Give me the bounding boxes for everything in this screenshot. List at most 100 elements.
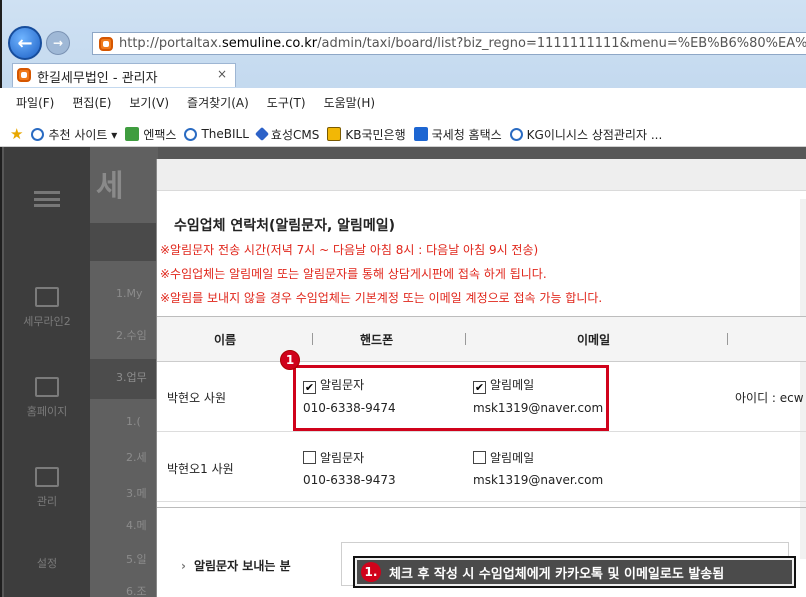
- bg-menu-link[interactable]: 2.세: [126, 449, 147, 465]
- column-divider: [727, 333, 728, 345]
- sidebar-label: 홈페이지: [26, 405, 68, 418]
- fav-recommended-sites[interactable]: 추천 사이트 ▾: [31, 122, 117, 146]
- notice-no-alert: ※알림를 보내지 않을 경우 수임업체는 기본계정 또는 이메일 계정으로 접속…: [160, 291, 603, 305]
- logo: 세: [96, 169, 124, 204]
- tab-title: 한길세무법인 - 관리자: [37, 71, 158, 86]
- hyosung-icon: [254, 126, 269, 142]
- fav-kb-bank[interactable]: KB국민은행: [327, 122, 406, 146]
- fav-label: 추천 사이트 ▾: [48, 127, 118, 142]
- sms-checkbox[interactable]: 알림문자: [303, 451, 364, 465]
- admin-sidebar: 세무라인2 홈페이지 관리 설정: [4, 147, 90, 597]
- menu-tools[interactable]: 도구(T): [267, 94, 306, 114]
- sidebar-label: 설정: [36, 557, 58, 570]
- column-name: 이름: [214, 333, 237, 347]
- url-prefix: http://portaltax.: [119, 36, 222, 51]
- address-row: ← → http://portaltax.semuline.co.kr/admi…: [8, 26, 806, 60]
- menu-help[interactable]: 도움말(H): [324, 94, 376, 114]
- bg-menu-link[interactable]: 3.업무: [116, 369, 147, 385]
- bg-menu-link[interactable]: 6.조: [126, 583, 147, 597]
- sms-label: 알림문자: [320, 451, 365, 465]
- sidebar-item-manage[interactable]: 관리: [4, 467, 90, 509]
- callout-badge: 1.: [361, 562, 381, 582]
- annotation-callout: 1. 체크 후 작성 시 수임업체에게 카카오톡 및 이메일로도 발송됨: [353, 556, 796, 588]
- contact-modal: 수임업체 연락처(알림문자, 알림메일) ※알림문자 전송 시간(저녁 7시 ~…: [156, 159, 806, 597]
- tab-favicon-icon: [17, 68, 31, 82]
- modal-title: 수임업체 연락처(알림문자, 알림메일): [174, 218, 396, 234]
- background-menu: 세 1.My 2.수임 3.업무 1.( 2.세 3.메 4.메 5.일 6.조: [90, 147, 158, 597]
- url-host: semuline.co.kr: [221, 36, 318, 51]
- sms-sender-label: › 알림문자 보내는 분: [181, 557, 291, 574]
- fav-label: 효성CMS: [270, 127, 320, 142]
- favorites-bar: ★ 추천 사이트 ▾ 엔팩스 TheBILL 효성CMS KB국민은행 국세청 …: [0, 114, 806, 147]
- bg-menu-link[interactable]: 3.메: [126, 485, 147, 501]
- fav-thebill[interactable]: TheBILL: [184, 122, 249, 146]
- bg-menu-link[interactable]: 4.메: [126, 517, 147, 533]
- mail-cell: 알림메일 msk1319@naver.com: [473, 449, 603, 487]
- fav-label: 국세청 홈택스: [431, 127, 502, 142]
- contact-name: 박현오1 사원: [167, 462, 234, 476]
- contact-name: 박현오 사원: [167, 391, 227, 405]
- sms-cell: 알림문자 010-6338-9473: [303, 449, 396, 487]
- ie-icon: [509, 127, 523, 141]
- callout-text: 체크 후 작성 시 수임업체에게 카카오톡 및 이메일로도 발송됨: [389, 566, 725, 582]
- bg-menu-link[interactable]: 1.My: [116, 287, 143, 300]
- column-divider: [465, 333, 466, 345]
- notice-sms-time: ※알림문자 전송 시간(저녁 7시 ~ 다음날 아침 8시 : 다음날 아침 9…: [160, 243, 539, 257]
- ie-icon: [184, 127, 198, 141]
- table-header: 이름 핸드폰 이메일: [157, 316, 806, 362]
- menu-bar: 파일(F) 편집(E) 보기(V) 즐겨찾기(A) 도구(T) 도움말(H): [0, 88, 806, 114]
- favorites-star[interactable]: ★: [10, 122, 23, 146]
- menu-file[interactable]: 파일(F): [16, 94, 54, 114]
- chevron-right-icon: ›: [181, 559, 186, 573]
- url-path: /admin/taxi/board/list?biz_regno=1111111…: [317, 36, 806, 51]
- sidebar-label: 관리: [36, 495, 58, 508]
- annotation-highlight-box: [293, 365, 609, 431]
- column-divider: [312, 333, 313, 345]
- account-id: 아이디 : ecw: [735, 391, 804, 405]
- tab-close-icon[interactable]: ×: [217, 67, 227, 81]
- menu-favorites[interactable]: 즐겨찾기(A): [187, 94, 249, 114]
- column-email: 이메일: [577, 333, 611, 347]
- fav-label: 엔팩스: [143, 127, 177, 142]
- fav-label: TheBILL: [201, 127, 249, 141]
- checkbox-icon: [303, 451, 316, 464]
- bg-menu-link[interactable]: 2.수임: [116, 327, 147, 343]
- fav-enfax[interactable]: 엔팩스: [125, 122, 176, 146]
- annotation-badge: 1: [280, 350, 300, 370]
- bg-menu-link[interactable]: 1.(: [126, 415, 141, 428]
- sidebar-item-settings[interactable]: 설정: [4, 555, 90, 571]
- fav-label: KB국민은행: [345, 127, 406, 142]
- star-icon: ★: [10, 125, 24, 143]
- menu-edit[interactable]: 편집(E): [72, 94, 111, 114]
- phone-number: 010-6338-9473: [303, 473, 396, 487]
- back-button[interactable]: ←: [8, 26, 42, 60]
- forward-button[interactable]: →: [46, 31, 70, 55]
- hamburger-icon[interactable]: [34, 191, 60, 207]
- menu-view[interactable]: 보기(V): [129, 94, 169, 114]
- list-icon: [35, 467, 59, 487]
- table-row: 박현오1 사원 알림문자 010-6338-9473 알림메일 msk1319@…: [157, 432, 806, 502]
- bg-menu-link[interactable]: 5.일: [126, 551, 147, 567]
- column-phone: 핸드폰: [360, 333, 394, 347]
- sidebar-item-semuline[interactable]: 세무라인2: [4, 287, 90, 329]
- modal-header: [157, 159, 806, 191]
- sidebar-label: 세무라인2: [23, 315, 71, 328]
- fax-icon: [125, 127, 140, 141]
- checkbox-icon: [473, 451, 486, 464]
- fav-label: KG이니시스 상점관리자 ...: [526, 127, 663, 142]
- email-address: msk1319@naver.com: [473, 473, 604, 487]
- address-bar[interactable]: http://portaltax.semuline.co.kr/admin/ta…: [92, 32, 806, 55]
- home-icon[interactable]: [90, 223, 158, 261]
- browser-tab[interactable]: 한길세무법인 - 관리자 ×: [12, 63, 236, 87]
- sidebar-item-homepage[interactable]: 홈페이지: [4, 377, 90, 419]
- ie-icon: [31, 127, 45, 141]
- mail-label: 알림메일: [490, 451, 535, 465]
- mail-checkbox[interactable]: 알림메일: [473, 451, 534, 465]
- site-favicon-icon: [99, 37, 113, 51]
- fav-hyosung-cms[interactable]: 효성CMS: [254, 122, 320, 146]
- monitor-icon: [35, 377, 59, 397]
- fav-kg-inicis[interactable]: KG이니시스 상점관리자 ...: [509, 122, 663, 146]
- fav-hometax[interactable]: 국세청 홈택스: [413, 122, 502, 146]
- kb-icon: [327, 127, 342, 141]
- notice-access: ※수임업체는 알림메일 또는 알림문자를 통해 상담게시판에 접속 하게 됩니다…: [160, 267, 547, 281]
